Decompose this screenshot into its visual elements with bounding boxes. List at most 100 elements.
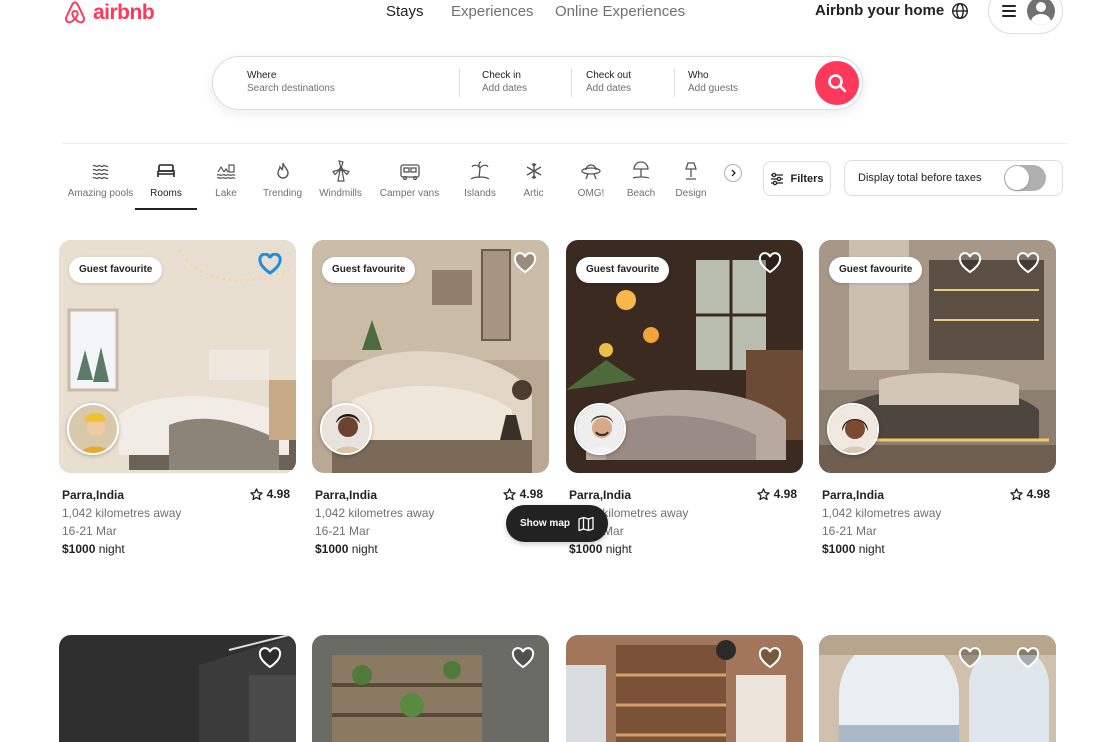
category-artic[interactable]: Artic: [518, 158, 549, 210]
price-unit: night: [602, 542, 632, 556]
nav-online-experiences[interactable]: Online Experiences: [555, 2, 685, 22]
search-button[interactable]: [815, 61, 859, 105]
price-amount: $1000: [569, 542, 603, 556]
lake-icon: [216, 164, 236, 179]
listing-distance: 1,042 kilometres away: [315, 506, 435, 520]
category-label: Beach: [626, 188, 656, 199]
heart-outline-icon[interactable]: [511, 647, 535, 669]
heart-outline-icon[interactable]: [758, 252, 782, 274]
category-label: Trending: [262, 188, 303, 199]
listing-photo[interactable]: [59, 635, 296, 742]
listing-photo[interactable]: Guest favourite: [312, 240, 549, 473]
search-icon: [828, 74, 847, 93]
star-icon: [756, 487, 770, 500]
flame-icon: [276, 162, 289, 179]
sliders-icon: [771, 172, 784, 185]
heart-outline-icon[interactable]: [1016, 647, 1040, 669]
listing-title: Parra,India: [315, 488, 378, 502]
map-icon: [578, 516, 594, 531]
category-islands[interactable]: Islands: [461, 158, 499, 210]
heart-outline-icon[interactable]: [758, 647, 782, 669]
guest-favourite-badge: Guest favourite: [829, 257, 923, 283]
search-bar: Where Search destinations Check in Add d…: [212, 56, 863, 110]
filters-button[interactable]: Filters: [763, 161, 831, 196]
category-windmills[interactable]: Windmills: [316, 158, 365, 210]
listing-price: $1000 night: [315, 542, 378, 556]
price-amount: $1000: [822, 542, 856, 556]
active-category-indicator: [135, 208, 197, 210]
category-lake[interactable]: Lake: [207, 158, 245, 210]
category-rooms[interactable]: Rooms: [141, 158, 191, 210]
profile-menu-button[interactable]: [988, 0, 1063, 34]
heart-outline-icon[interactable]: [513, 252, 537, 274]
search-divider: [674, 69, 675, 97]
category-trending[interactable]: Trending: [260, 158, 305, 210]
price-unit: night: [855, 542, 885, 556]
listing-price: $1000 night: [822, 542, 885, 556]
search-check-in[interactable]: Check in Add dates: [482, 69, 527, 95]
listing-photo[interactable]: Guest favourite: [819, 240, 1056, 473]
listing-photo[interactable]: Guest favourite: [566, 240, 803, 473]
heart-outline-icon[interactable]: [958, 252, 982, 274]
listing-price: $1000 night: [569, 542, 632, 556]
check-out-input[interactable]: Add dates: [586, 82, 631, 95]
nav-stays[interactable]: Stays: [386, 2, 424, 22]
category-label: Camper vans: [379, 188, 440, 199]
user-avatar-icon: [1027, 0, 1055, 25]
snowflake-icon: [526, 163, 541, 179]
category-label: Artic: [523, 188, 544, 199]
category-camper-vans[interactable]: Camper vans: [378, 158, 441, 210]
guest-favourite-badge: Guest favourite: [69, 257, 163, 283]
search-check-out[interactable]: Check out Add dates: [586, 69, 631, 95]
heart-outline-icon[interactable]: [958, 647, 982, 669]
listing-photo[interactable]: [566, 635, 803, 742]
where-input[interactable]: Search destinations: [247, 82, 335, 95]
search-where[interactable]: Where Search destinations: [247, 69, 335, 95]
chevron-right-icon: [731, 169, 736, 177]
camper-van-icon: [399, 164, 420, 181]
rating-value: 4.98: [519, 487, 543, 501]
heart-outline-icon[interactable]: [258, 647, 282, 669]
categories-next-button[interactable]: [724, 164, 742, 182]
check-in-input[interactable]: Add dates: [482, 82, 527, 95]
design-lamp-icon: [685, 162, 697, 180]
tax-toggle-label: Display total before taxes: [858, 172, 982, 184]
category-amazing-pools[interactable]: Amazing pools: [64, 158, 137, 210]
check-out-label: Check out: [586, 70, 632, 81]
listing-photo[interactable]: Guest favourite: [59, 240, 296, 473]
listing-photo[interactable]: [819, 635, 1056, 742]
host-avatar[interactable]: [320, 403, 372, 455]
listing-price: $1000 night: [62, 542, 125, 556]
search-who[interactable]: Who Add guests: [688, 69, 738, 95]
windmill-icon: [331, 160, 350, 182]
listing-rating: 4.98: [756, 487, 797, 501]
airbnb-your-home-link[interactable]: Airbnb your home: [815, 1, 944, 21]
tax-toggle-switch[interactable]: [1004, 165, 1046, 191]
rating-value: 4.98: [1026, 487, 1050, 501]
brand-name: airbnb: [93, 1, 155, 24]
search-divider: [459, 69, 460, 97]
category-omg[interactable]: OMG!: [572, 158, 610, 210]
rating-value: 4.98: [266, 487, 290, 501]
category-label: Islands: [464, 188, 496, 199]
host-avatar[interactable]: [67, 403, 119, 455]
category-label: OMG!: [577, 188, 605, 199]
listing-dates: 16-21 Mar: [822, 524, 877, 538]
show-map-button[interactable]: Show map: [506, 505, 608, 542]
rating-value: 4.98: [773, 487, 797, 501]
who-input[interactable]: Add guests: [688, 82, 738, 95]
heart-filled-icon[interactable]: [258, 253, 282, 275]
host-avatar[interactable]: [827, 403, 879, 455]
category-design[interactable]: Design: [674, 158, 708, 210]
price-amount: $1000: [315, 542, 349, 556]
listing-photo[interactable]: [312, 635, 549, 742]
globe-icon[interactable]: [951, 2, 969, 20]
listing-distance: 1,042 kilometres away: [822, 506, 942, 520]
nav-experiences[interactable]: Experiences: [451, 2, 534, 22]
category-beach[interactable]: Beach: [624, 158, 658, 210]
search-divider: [571, 69, 572, 97]
host-avatar[interactable]: [574, 403, 626, 455]
heart-outline-icon[interactable]: [1016, 252, 1040, 274]
airbnb-logo[interactable]: airbnb: [62, 0, 155, 26]
star-icon: [502, 487, 516, 500]
